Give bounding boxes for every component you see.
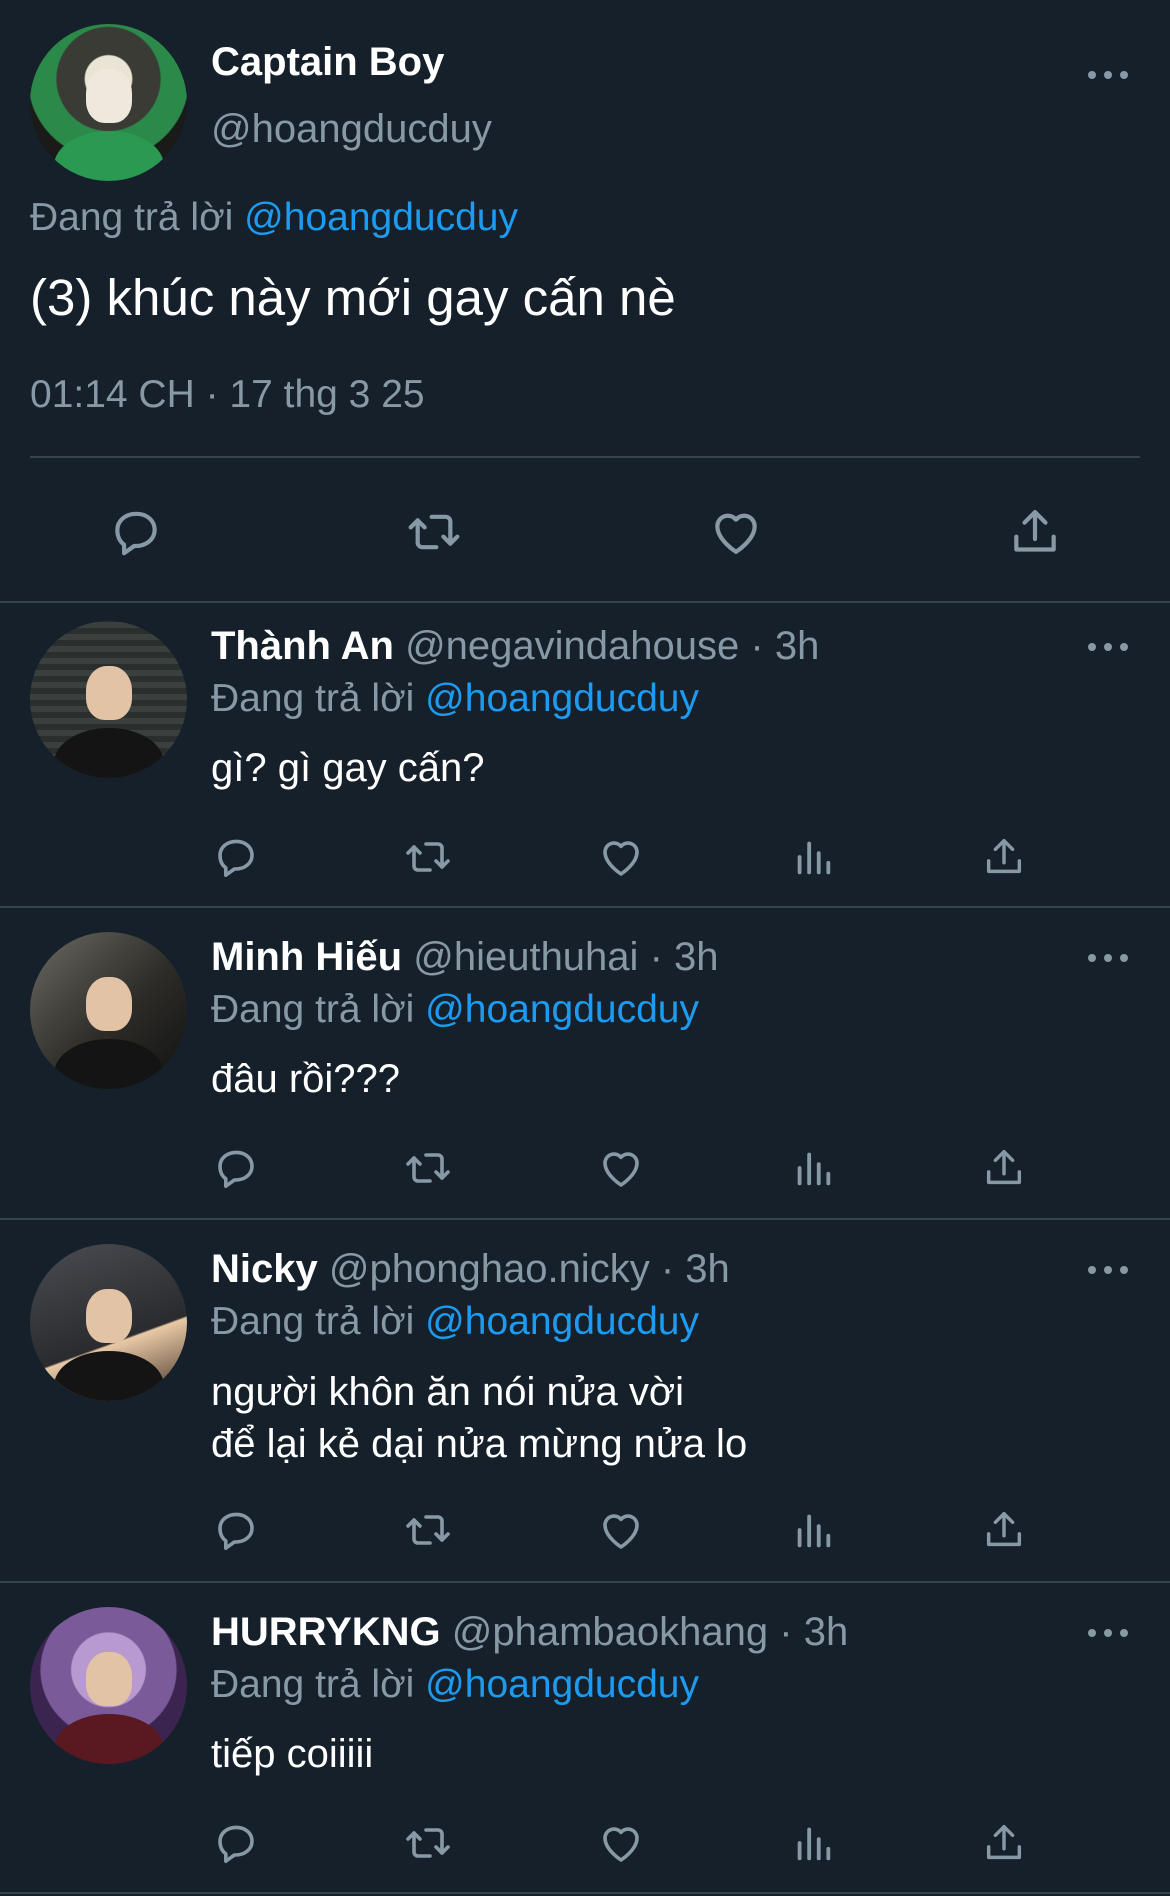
avatar[interactable] bbox=[30, 1607, 187, 1764]
avatar-body bbox=[53, 131, 164, 181]
share-icon[interactable] bbox=[979, 1505, 1029, 1555]
replying-to-mention[interactable]: @hoangducduy bbox=[425, 1663, 699, 1706]
retweet-icon[interactable] bbox=[403, 1505, 453, 1555]
reply-text: gì? gì gay cấn? bbox=[211, 742, 485, 794]
divider bbox=[0, 906, 1170, 908]
reply-author-name[interactable]: Minh Hiếu bbox=[211, 935, 402, 979]
avatar[interactable] bbox=[30, 24, 187, 181]
divider bbox=[0, 601, 1170, 603]
share-icon[interactable] bbox=[979, 832, 1029, 882]
like-icon[interactable] bbox=[596, 1505, 646, 1555]
share-icon[interactable] bbox=[1003, 500, 1067, 564]
reply-text: tiếp coiiiii bbox=[211, 1728, 373, 1780]
avatar-body bbox=[53, 1351, 164, 1401]
reply-icon[interactable] bbox=[211, 1818, 261, 1868]
tweet-thread-page: Captain Boy @hoangducduy Đang trả lời @h… bbox=[0, 0, 1170, 1896]
replying-to-mention[interactable]: @hoangducduy bbox=[244, 196, 518, 239]
tweet-text: (3) khúc này mới gay cấn nè bbox=[30, 269, 676, 326]
more-options-icon[interactable] bbox=[1088, 1264, 1128, 1276]
avatar-face bbox=[85, 977, 132, 1032]
avatar[interactable] bbox=[30, 932, 187, 1089]
reply-text-line: đâu rồi??? bbox=[211, 1057, 401, 1101]
retweet-icon[interactable] bbox=[403, 832, 453, 882]
avatar[interactable] bbox=[30, 621, 187, 778]
retweet-icon[interactable] bbox=[403, 1143, 453, 1193]
reply-author-handle[interactable]: @negavindahouse bbox=[405, 624, 739, 668]
retweet-icon[interactable] bbox=[403, 1818, 453, 1868]
reply-text-line: gì? gì gay cấn? bbox=[211, 746, 485, 790]
tweet-timestamp: 01:14 CH · 17 thg 3 25 bbox=[30, 373, 425, 416]
replying-to-mention[interactable]: @hoangducduy bbox=[425, 1300, 699, 1343]
replying-to-label: Đang trả lời bbox=[30, 196, 234, 239]
reply-text-line: người khôn ăn nói nửa vời bbox=[211, 1370, 684, 1414]
reply-header: HURRYKNG @phambaokhang · 3h bbox=[211, 1610, 848, 1655]
avatar-body bbox=[53, 728, 164, 778]
replying-to-line: Đang trả lời @hoangducduy bbox=[211, 1663, 699, 1707]
reply-icon[interactable] bbox=[211, 1505, 261, 1555]
reply-header: Minh Hiếu @hieuthuhai · 3h bbox=[211, 935, 719, 980]
reply-icon[interactable] bbox=[104, 500, 168, 564]
reply-author-name[interactable]: HURRYKNG bbox=[211, 1610, 441, 1654]
reply-author-handle[interactable]: @phonghao.nicky bbox=[329, 1247, 650, 1291]
retweet-icon[interactable] bbox=[402, 500, 466, 564]
replying-to-label: Đang trả lời bbox=[211, 988, 415, 1031]
avatar-body bbox=[53, 1714, 164, 1764]
reply-icon[interactable] bbox=[211, 1143, 261, 1193]
more-options-icon[interactable] bbox=[1088, 1627, 1128, 1639]
reply-time: · 3h bbox=[750, 624, 820, 668]
views-icon[interactable] bbox=[788, 1505, 838, 1555]
reply-author-name[interactable]: Nicky bbox=[211, 1247, 318, 1291]
like-icon[interactable] bbox=[596, 1818, 646, 1868]
reply-text-line: để lại kẻ dại nửa mừng nửa lo bbox=[211, 1422, 748, 1466]
replying-to-label: Đang trả lời bbox=[211, 1300, 415, 1343]
replying-to-line: Đang trả lời @hoangducduy bbox=[211, 1300, 699, 1344]
reply-author-handle[interactable]: @hieuthuhai bbox=[413, 935, 638, 979]
divider bbox=[0, 1581, 1170, 1583]
reply-author-handle[interactable]: @phambaokhang bbox=[452, 1610, 768, 1654]
replying-to-label: Đang trả lời bbox=[211, 1663, 415, 1706]
replying-to-mention[interactable]: @hoangducduy bbox=[425, 988, 699, 1031]
replying-to-mention[interactable]: @hoangducduy bbox=[425, 677, 699, 720]
reply-text: đâu rồi??? bbox=[211, 1053, 400, 1105]
more-options-icon[interactable] bbox=[1088, 69, 1128, 81]
reply-header: Thành An @negavindahouse · 3h bbox=[211, 624, 819, 669]
reply-time: · 3h bbox=[649, 935, 719, 979]
reply-time: · 3h bbox=[779, 1610, 849, 1654]
author-handle[interactable]: @hoangducduy bbox=[211, 107, 492, 152]
reply-icon[interactable] bbox=[211, 832, 261, 882]
replying-to-line: Đang trả lời @hoangducduy bbox=[211, 677, 699, 721]
divider bbox=[0, 1218, 1170, 1220]
like-icon[interactable] bbox=[704, 500, 768, 564]
divider bbox=[30, 456, 1140, 458]
replying-to-label: Đang trả lời bbox=[211, 677, 415, 720]
views-icon[interactable] bbox=[788, 1143, 838, 1193]
reply-text: người khôn ăn nói nửa vời để lại kẻ dại … bbox=[211, 1366, 747, 1470]
avatar-body bbox=[53, 1039, 164, 1089]
avatar[interactable] bbox=[30, 1244, 187, 1401]
avatar-face bbox=[85, 1652, 132, 1707]
views-icon[interactable] bbox=[788, 1818, 838, 1868]
more-options-icon[interactable] bbox=[1088, 952, 1128, 964]
divider bbox=[0, 1892, 1170, 1894]
author-name[interactable]: Captain Boy bbox=[211, 40, 444, 85]
avatar-face bbox=[85, 1289, 132, 1344]
like-icon[interactable] bbox=[596, 832, 646, 882]
more-options-icon[interactable] bbox=[1088, 641, 1128, 653]
replying-to-line: Đang trả lời @hoangducduy bbox=[211, 988, 699, 1032]
reply-text-line: tiếp coiiiii bbox=[211, 1732, 374, 1776]
replying-to-line: Đang trả lời @hoangducduy bbox=[30, 196, 518, 240]
avatar-face bbox=[85, 666, 132, 721]
reply-author-name[interactable]: Thành An bbox=[211, 624, 394, 668]
avatar-face bbox=[85, 69, 132, 124]
share-icon[interactable] bbox=[979, 1143, 1029, 1193]
reply-header: Nicky @phonghao.nicky · 3h bbox=[211, 1247, 730, 1292]
like-icon[interactable] bbox=[596, 1143, 646, 1193]
share-icon[interactable] bbox=[979, 1818, 1029, 1868]
views-icon[interactable] bbox=[788, 832, 838, 882]
reply-time: · 3h bbox=[660, 1247, 730, 1291]
